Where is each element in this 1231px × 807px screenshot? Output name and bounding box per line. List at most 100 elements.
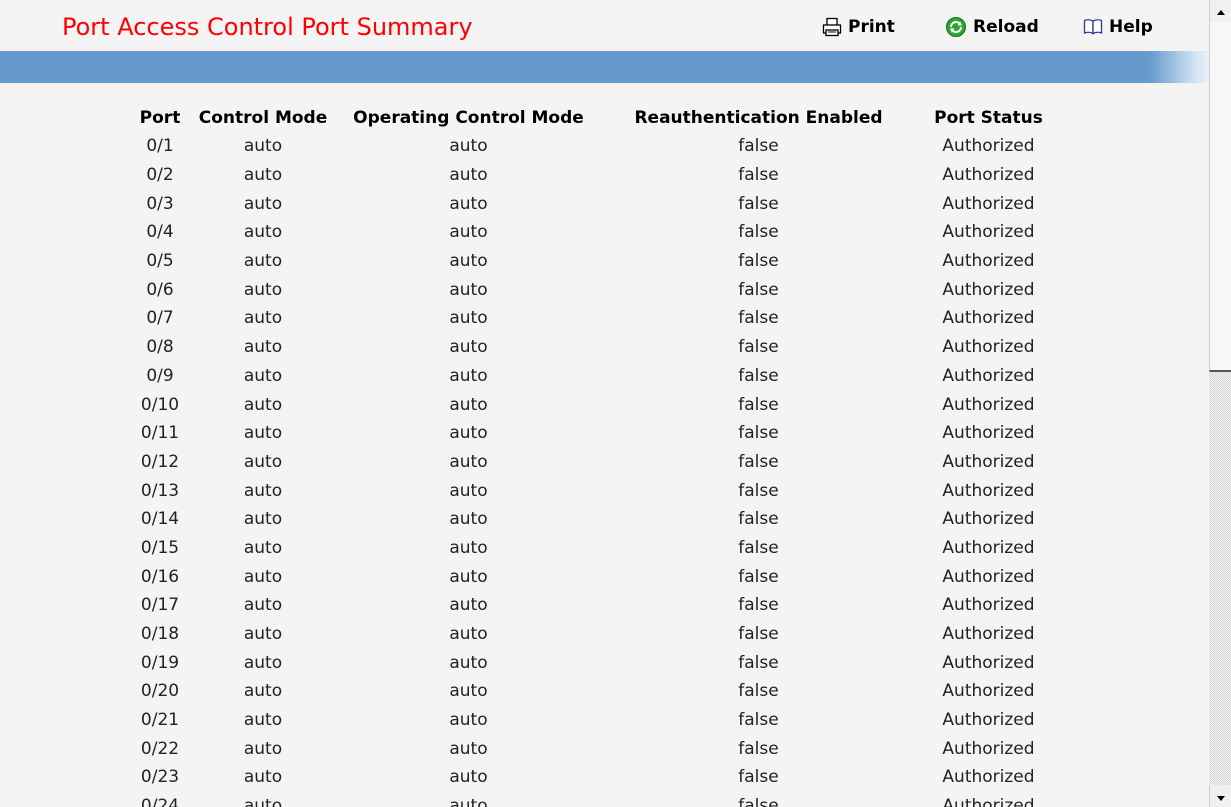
cell-control-mode: auto bbox=[243, 279, 283, 300]
cell-operating-control-mode: auto bbox=[449, 251, 488, 272]
cell-operating-control-mode: auto bbox=[449, 136, 488, 157]
cell-port-status: Authorized bbox=[942, 279, 1035, 300]
cell-operating-control-mode: auto bbox=[449, 796, 488, 807]
cell-operating-control-mode: auto bbox=[449, 624, 488, 645]
table-row: 0/5 auto auto false Authorized bbox=[135, 247, 1056, 276]
column-header-port-status: Port Status bbox=[934, 108, 1043, 128]
cell-control-mode: auto bbox=[243, 480, 283, 501]
cell-port: 0/7 bbox=[146, 308, 174, 329]
cell-control-mode: auto bbox=[243, 652, 283, 673]
cell-control-mode: auto bbox=[243, 796, 283, 807]
print-label: Print bbox=[848, 17, 895, 37]
cell-operating-control-mode: auto bbox=[449, 681, 488, 702]
cell-port: 0/15 bbox=[140, 537, 180, 558]
cell-operating-control-mode: auto bbox=[449, 738, 488, 759]
table-row: 0/23 auto auto false Authorized bbox=[135, 763, 1056, 792]
cell-reauthentication-enabled: false bbox=[738, 423, 779, 444]
cell-operating-control-mode: auto bbox=[449, 480, 488, 501]
cell-port: 0/1 bbox=[146, 136, 174, 157]
table-row: 0/6 auto auto false Authorized bbox=[135, 275, 1056, 304]
column-header-operating-control-mode: Operating Control Mode bbox=[353, 108, 584, 128]
cell-port: 0/18 bbox=[140, 624, 180, 645]
cell-control-mode: auto bbox=[243, 566, 283, 587]
cell-control-mode: auto bbox=[243, 767, 283, 788]
cell-reauthentication-enabled: false bbox=[738, 251, 779, 272]
cell-control-mode: auto bbox=[243, 681, 283, 702]
header-bar bbox=[0, 51, 1209, 83]
cell-control-mode: auto bbox=[243, 509, 283, 530]
cell-reauthentication-enabled: false bbox=[738, 279, 779, 300]
cell-reauthentication-enabled: false bbox=[738, 193, 779, 214]
print-button[interactable]: Print bbox=[822, 16, 895, 38]
cell-control-mode: auto bbox=[243, 423, 283, 444]
cell-port: 0/5 bbox=[146, 251, 174, 272]
table-row: 0/1 auto auto false Authorized bbox=[135, 132, 1056, 161]
cell-port: 0/12 bbox=[140, 451, 180, 472]
cell-reauthentication-enabled: false bbox=[738, 451, 779, 472]
cell-operating-control-mode: auto bbox=[449, 279, 488, 300]
vertical-scrollbar[interactable] bbox=[1209, 0, 1231, 807]
table-row: 0/19 auto auto false Authorized bbox=[135, 648, 1056, 677]
table-row: 0/15 auto auto false Authorized bbox=[135, 534, 1056, 563]
cell-operating-control-mode: auto bbox=[449, 595, 488, 616]
scroll-up-button[interactable] bbox=[1209, 0, 1231, 22]
table-row: 0/2 auto auto false Authorized bbox=[135, 161, 1056, 190]
cell-reauthentication-enabled: false bbox=[738, 710, 779, 731]
cell-port-status: Authorized bbox=[942, 595, 1035, 616]
table-row: 0/22 auto auto false Authorized bbox=[135, 734, 1056, 763]
cell-port-status: Authorized bbox=[942, 451, 1035, 472]
cell-control-mode: auto bbox=[243, 222, 283, 243]
cell-port: 0/2 bbox=[146, 165, 174, 186]
cell-control-mode: auto bbox=[243, 337, 283, 358]
scroll-down-arrow-icon bbox=[1216, 787, 1226, 806]
printer-icon bbox=[822, 17, 842, 37]
cell-port-status: Authorized bbox=[942, 423, 1035, 444]
reload-button[interactable]: Reload bbox=[945, 16, 1039, 38]
header-bar-fade bbox=[1149, 51, 1209, 83]
cell-operating-control-mode: auto bbox=[449, 394, 488, 415]
page-header: Port Access Control Port Summary Print R… bbox=[0, 0, 1209, 47]
table-row: 0/10 auto auto false Authorized bbox=[135, 390, 1056, 419]
scroll-up-arrow-icon bbox=[1216, 2, 1226, 21]
cell-port-status: Authorized bbox=[942, 710, 1035, 731]
cell-control-mode: auto bbox=[243, 537, 283, 558]
column-header-port: Port bbox=[139, 108, 181, 128]
cell-reauthentication-enabled: false bbox=[738, 767, 779, 788]
cell-port-status: Authorized bbox=[942, 165, 1035, 186]
cell-reauthentication-enabled: false bbox=[738, 652, 779, 673]
help-label: Help bbox=[1109, 17, 1153, 37]
cell-reauthentication-enabled: false bbox=[738, 624, 779, 645]
cell-port: 0/20 bbox=[140, 681, 180, 702]
column-header-reauthentication-enabled: Reauthentication Enabled bbox=[634, 108, 883, 128]
cell-port-status: Authorized bbox=[942, 624, 1035, 645]
cell-port-status: Authorized bbox=[942, 509, 1035, 530]
scroll-down-button[interactable] bbox=[1209, 785, 1231, 807]
book-icon bbox=[1083, 17, 1103, 37]
cell-reauthentication-enabled: false bbox=[738, 681, 779, 702]
table-row: 0/20 auto auto false Authorized bbox=[135, 677, 1056, 706]
cell-port: 0/3 bbox=[146, 193, 174, 214]
cell-reauthentication-enabled: false bbox=[738, 738, 779, 759]
cell-control-mode: auto bbox=[243, 595, 283, 616]
help-button[interactable]: Help bbox=[1083, 16, 1153, 38]
cell-operating-control-mode: auto bbox=[449, 566, 488, 587]
cell-reauthentication-enabled: false bbox=[738, 566, 779, 587]
table-row: 0/17 auto auto false Authorized bbox=[135, 591, 1056, 620]
cell-reauthentication-enabled: false bbox=[738, 136, 779, 157]
table-row: 0/8 auto auto false Authorized bbox=[135, 333, 1056, 362]
cell-port: 0/6 bbox=[146, 279, 174, 300]
table-row: 0/16 auto auto false Authorized bbox=[135, 562, 1056, 591]
cell-control-mode: auto bbox=[243, 193, 283, 214]
cell-operating-control-mode: auto bbox=[449, 193, 488, 214]
cell-port: 0/9 bbox=[146, 365, 174, 386]
cell-reauthentication-enabled: false bbox=[738, 365, 779, 386]
cell-control-mode: auto bbox=[243, 624, 283, 645]
cell-port-status: Authorized bbox=[942, 681, 1035, 702]
scroll-thumb[interactable] bbox=[1209, 22, 1231, 372]
table-row: 0/12 auto auto false Authorized bbox=[135, 448, 1056, 477]
reload-icon bbox=[945, 16, 967, 38]
cell-port-status: Authorized bbox=[942, 136, 1035, 157]
cell-port: 0/24 bbox=[140, 796, 180, 807]
page-title: Port Access Control Port Summary bbox=[62, 13, 473, 41]
table-header-row: Port Control Mode Operating Control Mode… bbox=[135, 104, 1056, 132]
